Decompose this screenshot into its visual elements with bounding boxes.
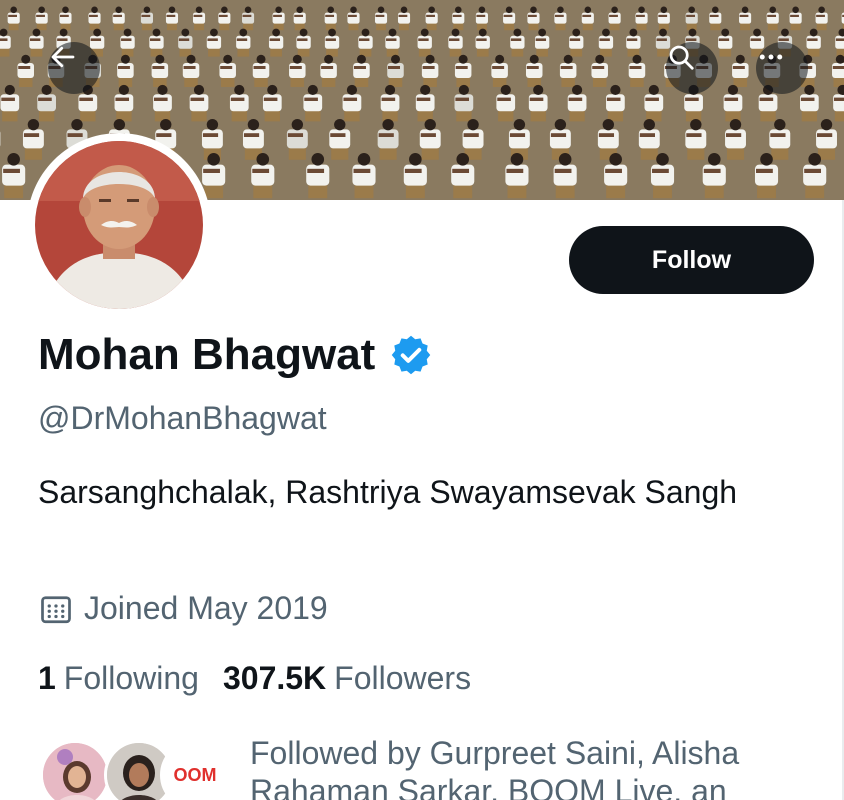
more-icon <box>759 54 783 60</box>
boom-logo-text: OOM <box>173 764 217 785</box>
follow-button[interactable]: Follow <box>569 226 814 294</box>
profile-handle: @DrMohanBhagwat <box>38 400 327 436</box>
search-icon <box>669 45 694 70</box>
back-button[interactable] <box>48 42 100 94</box>
avatar-photo <box>35 141 203 309</box>
followers-link[interactable]: 307.5K Followers <box>223 660 471 697</box>
followed-by-avatar[interactable] <box>40 740 110 800</box>
search-button[interactable] <box>666 42 718 94</box>
joined-row: Joined May 2019 <box>38 590 328 627</box>
joined-date: Joined May 2019 <box>84 590 328 626</box>
more-button[interactable] <box>756 42 808 94</box>
verified-badge-icon <box>392 335 431 375</box>
following-link[interactable]: 1 Following <box>38 660 199 697</box>
calendar-icon <box>41 595 71 623</box>
followers-label: Followers <box>334 660 472 696</box>
profile-avatar[interactable] <box>27 133 211 317</box>
profile-stats: 1 Following 307.5K Followers <box>38 660 471 697</box>
followers-count: 307.5K <box>222 660 327 696</box>
following-label: Following <box>63 660 199 696</box>
profile-bio: Sarsanghchalak, Rashtriya Swayamsevak Sa… <box>38 474 738 510</box>
avatar-photo <box>43 743 107 800</box>
followed-by-text[interactable]: Followed by Gurpreet Saini, Alisha Raham… <box>250 734 840 800</box>
profile-name-row: Mohan Bhagwat <box>38 330 433 380</box>
arrow-left-icon <box>51 46 75 68</box>
followed-by-avatar[interactable]: OOM <box>160 740 230 800</box>
profile-name: Mohan Bhagwat <box>38 330 376 379</box>
following-count: 1 <box>38 660 56 696</box>
